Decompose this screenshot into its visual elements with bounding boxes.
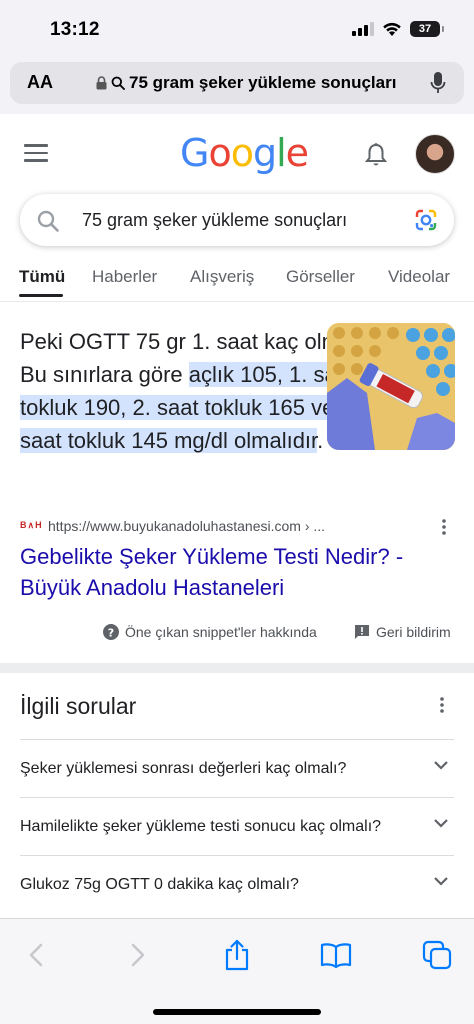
chevron-down-icon xyxy=(434,761,448,770)
snippet-result-link[interactable]: Gebelikte Şeker Yükleme Testi Nedir? - B… xyxy=(20,541,460,603)
chevron-left-icon xyxy=(29,943,43,967)
logo-letter: e xyxy=(285,131,309,175)
feedback-link[interactable]: Geri bildirim xyxy=(354,624,451,640)
snippet-text-end: . xyxy=(317,428,324,453)
address-bar[interactable]: AA 75 gram şeker yükleme sonuçları xyxy=(10,62,464,104)
battery-level: 37 xyxy=(418,23,432,35)
status-icons: 37 xyxy=(352,21,444,37)
search-box[interactable]: 75 gram şeker yükleme sonuçları xyxy=(20,194,454,246)
safari-toolbar xyxy=(0,918,474,1024)
chevron-down-icon xyxy=(434,819,448,828)
cellular-signal-icon xyxy=(352,22,374,36)
tab-shopping[interactable]: Alışveriş xyxy=(190,267,254,287)
related-questions-title: İlgili sorular xyxy=(20,693,137,719)
microphone-icon[interactable] xyxy=(430,71,446,95)
search-small-icon xyxy=(111,76,125,90)
home-indicator xyxy=(153,1009,321,1015)
url-text: 75 gram şeker yükleme sonuçları xyxy=(129,73,397,92)
active-tab-indicator xyxy=(19,294,63,297)
logo-letter: G xyxy=(180,131,209,175)
tab-videos[interactable]: Videolar xyxy=(388,267,450,287)
svg-text:?: ? xyxy=(108,626,114,639)
status-bar: 13:12 37 xyxy=(0,0,474,62)
tabs-button[interactable] xyxy=(421,939,453,971)
related-question-item[interactable]: Glukoz 75g OGTT 0 dakika kaç olmalı? xyxy=(20,855,454,913)
reader-settings-button[interactable]: AA xyxy=(27,72,53,93)
blood-tube-illustration xyxy=(327,323,455,450)
tabs-overview-icon xyxy=(422,940,452,970)
featured-snippet: Peki OGTT 75 gr 1. saat kaç olmalı? Bu s… xyxy=(0,303,474,663)
about-snippets-link[interactable]: ? Öne çıkan snippet'ler hakkında xyxy=(103,624,317,640)
share-button[interactable] xyxy=(221,939,253,971)
wifi-icon xyxy=(383,22,401,36)
account-avatar[interactable] xyxy=(415,134,455,174)
google-lens-icon[interactable] xyxy=(414,208,438,232)
snippet-image[interactable] xyxy=(327,323,455,450)
back-button[interactable] xyxy=(20,939,52,971)
bookmarks-book-icon xyxy=(320,943,352,968)
more-options-icon[interactable] xyxy=(440,697,444,713)
search-icon xyxy=(37,210,59,232)
logo-letter: o xyxy=(230,131,254,175)
related-question-item[interactable]: Şeker yüklemesi sonrası değerleri kaç ol… xyxy=(20,739,454,797)
snippet-footer: ? Öne çıkan snippet'ler hakkında Geri bi… xyxy=(0,624,474,644)
safari-address-area: AA 75 gram şeker yükleme sonuçları xyxy=(0,62,474,114)
bookmarks-button[interactable] xyxy=(320,939,352,971)
share-icon xyxy=(225,939,249,971)
google-logo[interactable]: Google xyxy=(180,131,309,175)
tab-news[interactable]: Haberler xyxy=(92,267,157,287)
section-divider xyxy=(0,663,474,673)
notifications-bell-icon[interactable] xyxy=(364,142,388,168)
chevron-down-icon xyxy=(434,877,448,886)
tab-all[interactable]: Tümü xyxy=(19,267,65,287)
related-question-item[interactable]: Hamilelikte şeker yükleme testi sonucu k… xyxy=(20,797,454,855)
lock-icon xyxy=(96,76,107,90)
tab-images[interactable]: Görseller xyxy=(286,267,355,287)
google-header: Google xyxy=(0,114,474,194)
forward-button[interactable] xyxy=(122,939,154,971)
site-favicon: B∧H xyxy=(20,520,43,530)
status-time: 13:12 xyxy=(50,19,100,40)
logo-letter: l xyxy=(276,131,287,175)
logo-letter: g xyxy=(252,131,277,175)
chevron-right-icon xyxy=(131,943,145,967)
feedback-icon xyxy=(355,625,369,639)
about-snippets-label: Öne çıkan snippet'ler hakkında xyxy=(125,624,317,640)
snippet-source[interactable]: B∧H https://www.buyukanadoluhastanesi.co… xyxy=(20,517,460,537)
url-display[interactable]: 75 gram şeker yükleme sonuçları xyxy=(96,73,396,93)
source-url[interactable]: https://www.buyukanadoluhastanesi.com › … xyxy=(48,518,325,534)
related-question-text: Hamilelikte şeker yükleme testi sonucu k… xyxy=(20,818,382,835)
related-question-text: Şeker yüklemesi sonrası değerleri kaç ol… xyxy=(20,760,347,777)
logo-letter: o xyxy=(208,131,231,175)
help-circle-icon: ? xyxy=(103,624,119,640)
menu-icon[interactable] xyxy=(24,144,48,162)
battery-icon: 37 xyxy=(410,21,444,37)
search-input[interactable]: 75 gram şeker yükleme sonuçları xyxy=(82,210,347,231)
feedback-label: Geri bildirim xyxy=(376,624,451,640)
search-tabs: Tümü Haberler Alışveriş Görseller Videol… xyxy=(0,258,474,302)
related-question-text: Glukoz 75g OGTT 0 dakika kaç olmalı? xyxy=(20,876,299,893)
more-options-icon[interactable] xyxy=(442,519,446,535)
